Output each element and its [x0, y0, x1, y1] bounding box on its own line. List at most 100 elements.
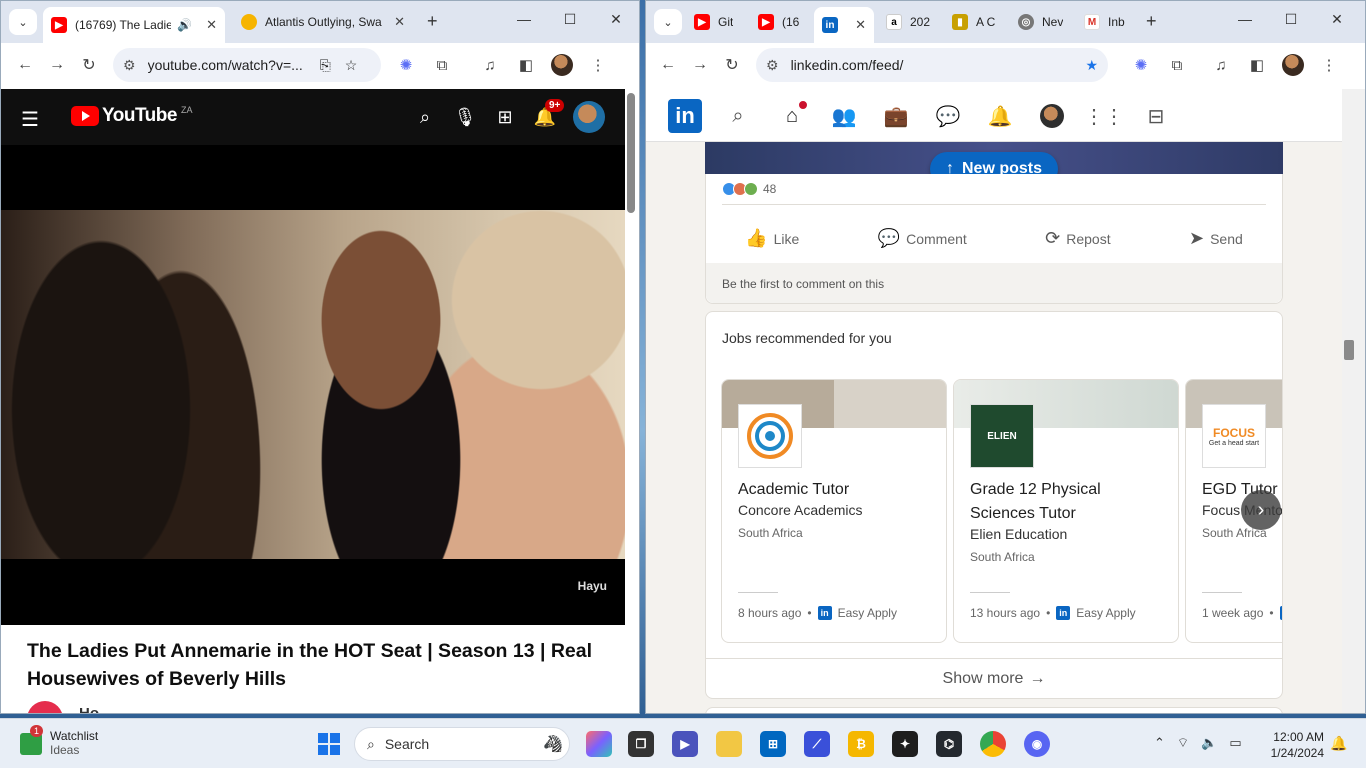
tab-new[interactable]: ◎ Nev	[1010, 7, 1072, 37]
show-more-button[interactable]: Show more →	[706, 658, 1282, 698]
watchlist-widget[interactable]: 1 Watchlist Ideas	[20, 725, 98, 757]
github-icon[interactable]: ⌬	[936, 731, 962, 757]
teams-meet-icon[interactable]: ▶	[672, 731, 698, 757]
notification-center-icon[interactable]: 🔔	[1330, 735, 1347, 752]
linkedin-logo[interactable]: in	[668, 99, 702, 133]
bookmark-star-filled-icon[interactable]: ★	[1085, 57, 1098, 74]
address-bar[interactable]: ⚙ youtube.com/watch?v=... ⎘ ☆	[113, 48, 381, 82]
forward-button[interactable]: →	[684, 49, 716, 81]
video-player[interactable]: Hayu	[1, 145, 625, 625]
carousel-next-button[interactable]: ›	[1241, 490, 1281, 530]
me-avatar[interactable]	[1038, 103, 1066, 129]
tab-search-button[interactable]: ⌄	[9, 9, 37, 35]
create-video-icon[interactable]: ⊞	[493, 105, 517, 129]
tab-close-icon[interactable]: ✕	[388, 14, 405, 30]
reload-button[interactable]: ↻	[716, 49, 748, 81]
audio-playing-icon[interactable]: 🔊	[177, 18, 192, 32]
more-menu-icon[interactable]: ⋮	[583, 50, 613, 80]
bitcoin-app-icon[interactable]: ₿	[848, 731, 874, 757]
new-tab-button[interactable]: +	[427, 11, 438, 32]
maximize-button[interactable]: ☐	[1268, 11, 1314, 28]
scrollbar-thumb[interactable]	[1344, 340, 1354, 360]
discord-icon[interactable]: ◉	[1024, 731, 1050, 757]
reactions-summary[interactable]: 48	[722, 182, 776, 196]
comment-button[interactable]: 💬 Comment	[868, 220, 977, 257]
microphone-icon[interactable]: 🎙	[453, 105, 477, 129]
hamburger-menu-icon[interactable]: ☰	[21, 107, 39, 132]
close-window-button[interactable]: ✕	[1314, 11, 1360, 28]
figma-icon[interactable]: ✦	[892, 731, 918, 757]
tab-atlantis[interactable]: Atlantis Outlying, Swa ✕	[233, 7, 413, 37]
extension-ai-icon[interactable]: ✺	[391, 50, 421, 80]
profile-avatar[interactable]	[547, 50, 577, 80]
site-info-icon[interactable]: ⚙	[766, 57, 779, 74]
channel-name[interactable]: Ho	[79, 705, 99, 713]
volume-icon[interactable]: 🔈	[1201, 735, 1217, 751]
maximize-button[interactable]: ☐	[547, 11, 593, 28]
install-app-icon[interactable]: ⎘	[320, 57, 331, 74]
job-title[interactable]: Academic Tutor	[738, 478, 938, 502]
minimize-button[interactable]: —	[501, 11, 547, 28]
show-hidden-icons-icon[interactable]: ⌃	[1154, 735, 1165, 751]
clock[interactable]: 12:00 AM 1/24/2024	[1262, 729, 1324, 761]
side-panel-icon[interactable]: ◧	[1242, 50, 1272, 80]
tab-search-button[interactable]: ⌄	[654, 9, 682, 35]
search-icon[interactable]: ⌕	[413, 105, 437, 129]
tab-gmail[interactable]: M Inb	[1076, 7, 1138, 37]
back-button[interactable]: ←	[652, 49, 684, 81]
taskbar-search[interactable]: ⌕ Search 🦓	[354, 727, 570, 761]
vs-code-icon[interactable]: ⟋	[804, 731, 830, 757]
send-button[interactable]: ➤ Send	[1179, 220, 1253, 257]
advertise-icon[interactable]: ⊟	[1142, 103, 1170, 129]
new-tab-button[interactable]: +	[1146, 11, 1157, 32]
tab-close-icon[interactable]: ✕	[200, 17, 217, 33]
job-card[interactable]: ELIEN Grade 12 Physical Sciences Tutor E…	[953, 379, 1179, 643]
side-panel-icon[interactable]: ◧	[511, 50, 541, 80]
channel-avatar[interactable]	[27, 701, 63, 713]
youtube-account-avatar[interactable]	[573, 101, 605, 133]
tab-close-icon[interactable]: ✕	[849, 17, 866, 33]
task-view-icon[interactable]: ❐	[628, 731, 654, 757]
home-icon[interactable]: ⌂	[778, 99, 809, 129]
youtube-logo[interactable]: YouTube ZA	[71, 105, 192, 127]
minimize-button[interactable]: —	[1222, 11, 1268, 28]
messaging-icon[interactable]: 💬	[934, 103, 962, 129]
notifications-bell-icon[interactable]: 🔔	[986, 103, 1014, 129]
tab-amazon[interactable]: a 202	[878, 7, 940, 37]
my-network-icon[interactable]: 👥	[830, 103, 858, 129]
site-info-icon[interactable]: ⚙	[123, 57, 136, 74]
tab-youtube-2[interactable]: ▶ (16	[750, 7, 814, 37]
media-controls-icon[interactable]: ♫	[1206, 50, 1236, 80]
file-explorer-icon[interactable]	[716, 731, 742, 757]
close-window-button[interactable]: ✕	[593, 11, 639, 28]
bookmark-star-icon[interactable]: ☆	[345, 57, 358, 74]
like-button[interactable]: 👍 Like	[735, 220, 809, 257]
profile-avatar[interactable]	[1278, 50, 1308, 80]
notifications-bell-icon[interactable]: 🔔 9+	[533, 99, 565, 129]
forward-button[interactable]: →	[41, 49, 73, 81]
copilot-icon[interactable]	[586, 731, 612, 757]
extension-ai-icon[interactable]: ✺	[1126, 50, 1156, 80]
battery-icon[interactable]: ▭	[1229, 735, 1241, 751]
jobs-briefcase-icon[interactable]: 💼	[882, 103, 910, 129]
back-button[interactable]: ←	[9, 49, 41, 81]
address-bar[interactable]: ⚙ linkedin.com/feed/ ★	[756, 48, 1108, 82]
more-menu-icon[interactable]: ⋮	[1314, 50, 1344, 80]
tab-document[interactable]: ▮ A C	[944, 7, 1006, 37]
search-icon[interactable]: ⌕	[724, 103, 752, 129]
extensions-puzzle-icon[interactable]: ⧉	[1162, 50, 1192, 80]
reload-button[interactable]: ↻	[73, 49, 105, 81]
job-card[interactable]: Academic Tutor Concore Academics South A…	[721, 379, 947, 643]
tab-linkedin[interactable]: in ✕	[814, 7, 874, 43]
page-scrollbar[interactable]	[627, 93, 635, 213]
extensions-puzzle-icon[interactable]: ⧉	[427, 50, 457, 80]
wifi-icon[interactable]: ⌔	[1177, 735, 1189, 751]
microsoft-store-icon[interactable]: ⊞	[760, 731, 786, 757]
work-grid-icon[interactable]: ⋮⋮	[1084, 103, 1124, 129]
start-windows-icon[interactable]	[318, 733, 340, 755]
chrome-icon[interactable]	[980, 731, 1006, 757]
job-title[interactable]: Grade 12 Physical Sciences Tutor	[970, 478, 1170, 526]
repost-button[interactable]: ⟳ Repost	[1035, 220, 1120, 257]
tab-youtube[interactable]: ▶ (16769) The Ladies 🔊 ✕	[43, 7, 225, 43]
tab-github-youtube[interactable]: ▶ Git	[686, 7, 750, 37]
